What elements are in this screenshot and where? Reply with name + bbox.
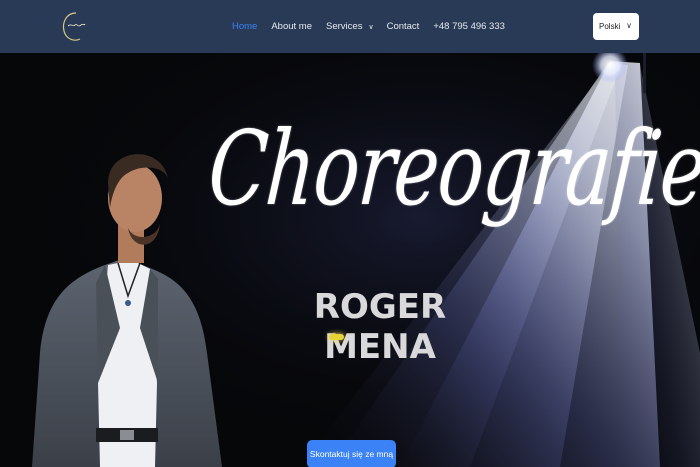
hero-section: Choreografie ROGER MENA Skontaktuj się z… <box>0 53 700 467</box>
nav-contact-link[interactable]: Contact <box>387 21 420 32</box>
nav-services-dropdown[interactable]: Services ∨ <box>326 21 374 32</box>
chevron-down-icon: ∨ <box>626 21 632 30</box>
top-navbar: Home About me Services ∨ Contact +48 795… <box>0 0 700 53</box>
nav-home-link[interactable]: Home <box>232 21 257 32</box>
decorative-dot <box>329 334 344 340</box>
nav-services-label: Services <box>326 21 363 32</box>
main-nav: Home About me Services ∨ Contact +48 795… <box>232 0 505 53</box>
nav-phone-link[interactable]: +48 795 496 333 <box>433 21 505 32</box>
language-select[interactable]: Polski ∨ <box>593 13 639 40</box>
nav-about-link[interactable]: About me <box>271 21 312 32</box>
hero-title: Choreografie <box>204 108 700 229</box>
contact-me-button[interactable]: Skontaktuj się ze mną <box>307 440 396 467</box>
language-selected-value: Polski <box>599 22 621 31</box>
hero-name: ROGER MENA <box>313 287 447 367</box>
chevron-down-icon: ∨ <box>368 23 374 31</box>
signature-logo-icon[interactable] <box>58 9 90 45</box>
